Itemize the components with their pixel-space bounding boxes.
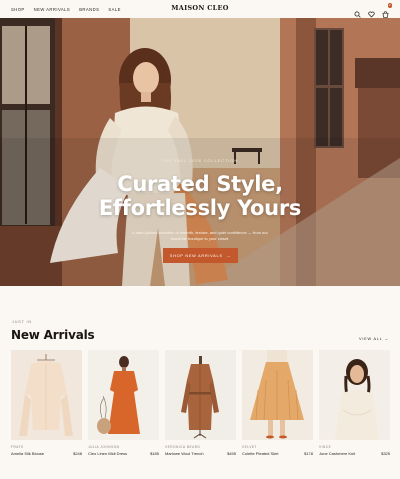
search-icon[interactable]	[354, 5, 361, 18]
product-price: $495	[227, 451, 236, 456]
product-card[interactable]: FRATE Amelia Silk Blouse $248	[11, 350, 82, 456]
product-card[interactable]: VELVET Colette Pleated Skirt $178	[242, 350, 313, 456]
product-brand: JULIA JOHNSON	[88, 445, 120, 449]
nav-link-new-arrivals[interactable]: NEW ARRIVALS	[34, 7, 71, 12]
product-info: Amelia Silk Blouse $248	[11, 451, 82, 456]
product-grid: FRATE Amelia Silk Blouse $248 JULIA JOHN…	[11, 350, 391, 456]
brand-logo[interactable]: MAISON CLEO	[171, 4, 229, 12]
cta-label: SHOP NEW ARRIVALS	[169, 253, 223, 258]
product-price: $248	[73, 451, 82, 456]
cart-icon[interactable]: 2	[382, 3, 392, 18]
product-image[interactable]	[319, 350, 390, 440]
product-image[interactable]	[242, 350, 313, 440]
product-info: Marlowe Wool Trench $495	[165, 451, 236, 456]
nav-link-sale[interactable]: SALE	[108, 7, 121, 12]
hero-eyebrow: THE FALL 2026 COLLECTION	[161, 159, 239, 163]
hero-title-line-2: Effortlessly Yours	[98, 196, 302, 220]
product-image[interactable]	[11, 350, 82, 440]
nav-links: SHOP NEW ARRIVALS BRANDS SALE	[11, 7, 121, 12]
product-name: Cleo Linen Midi Dress	[88, 451, 128, 456]
product-info: June Cashmere Knit $325	[319, 451, 390, 456]
product-name: Colette Pleated Skirt	[242, 451, 279, 456]
hero-title-line-1: Curated Style,	[117, 172, 283, 196]
product-image[interactable]	[165, 350, 236, 440]
product-card[interactable]: VERONICA BEARD Marlowe Wool Trench $495	[165, 350, 236, 456]
nav-icons: 2	[354, 3, 392, 18]
product-brand: VERONICA BEARD	[165, 445, 201, 449]
nav-link-shop[interactable]: SHOP	[11, 7, 25, 12]
heart-icon[interactable]	[368, 5, 375, 18]
nav-link-brands[interactable]: BRANDS	[79, 7, 99, 12]
hero-title: Curated Style, Effortlessly Yours	[0, 172, 400, 220]
product-info: Cleo Linen Midi Dress $185	[88, 451, 159, 456]
arrow-right-icon: →	[226, 253, 232, 258]
product-price: $185	[150, 451, 159, 456]
product-price: $325	[381, 451, 390, 456]
product-name: Marlowe Wool Trench	[165, 451, 204, 456]
view-all-link[interactable]: VIEW ALL →	[359, 337, 389, 341]
product-brand: FRATE	[11, 445, 24, 449]
product-image[interactable]	[88, 350, 159, 440]
hero-image	[0, 18, 400, 286]
top-nav: SHOP NEW ARRIVALS BRANDS SALE MAISON CLE…	[0, 0, 400, 18]
hero-banner: THE FALL 2026 COLLECTION Curated Style, …	[0, 18, 400, 286]
section-title: New Arrivals	[11, 328, 95, 342]
section-eyebrow: JUST IN	[12, 320, 32, 324]
hero-subtitle: A hand-picked selection of warmth, textu…	[132, 230, 268, 241]
product-price: $178	[304, 451, 313, 456]
product-brand: VELVET	[242, 445, 257, 449]
product-name: June Cashmere Knit	[319, 451, 356, 456]
product-card[interactable]: VINCE June Cashmere Knit $325	[319, 350, 390, 456]
cart-count-badge: 2	[387, 3, 392, 8]
product-name: Amelia Silk Blouse	[11, 451, 45, 456]
product-info: Colette Pleated Skirt $178	[242, 451, 313, 456]
shop-new-arrivals-button[interactable]: SHOP NEW ARRIVALS →	[163, 248, 238, 263]
product-card[interactable]: JULIA JOHNSON Cleo Linen Midi Dress $185	[88, 350, 159, 456]
product-brand: VINCE	[319, 445, 332, 449]
page: SHOP NEW ARRIVALS BRANDS SALE MAISON CLE…	[0, 0, 400, 479]
